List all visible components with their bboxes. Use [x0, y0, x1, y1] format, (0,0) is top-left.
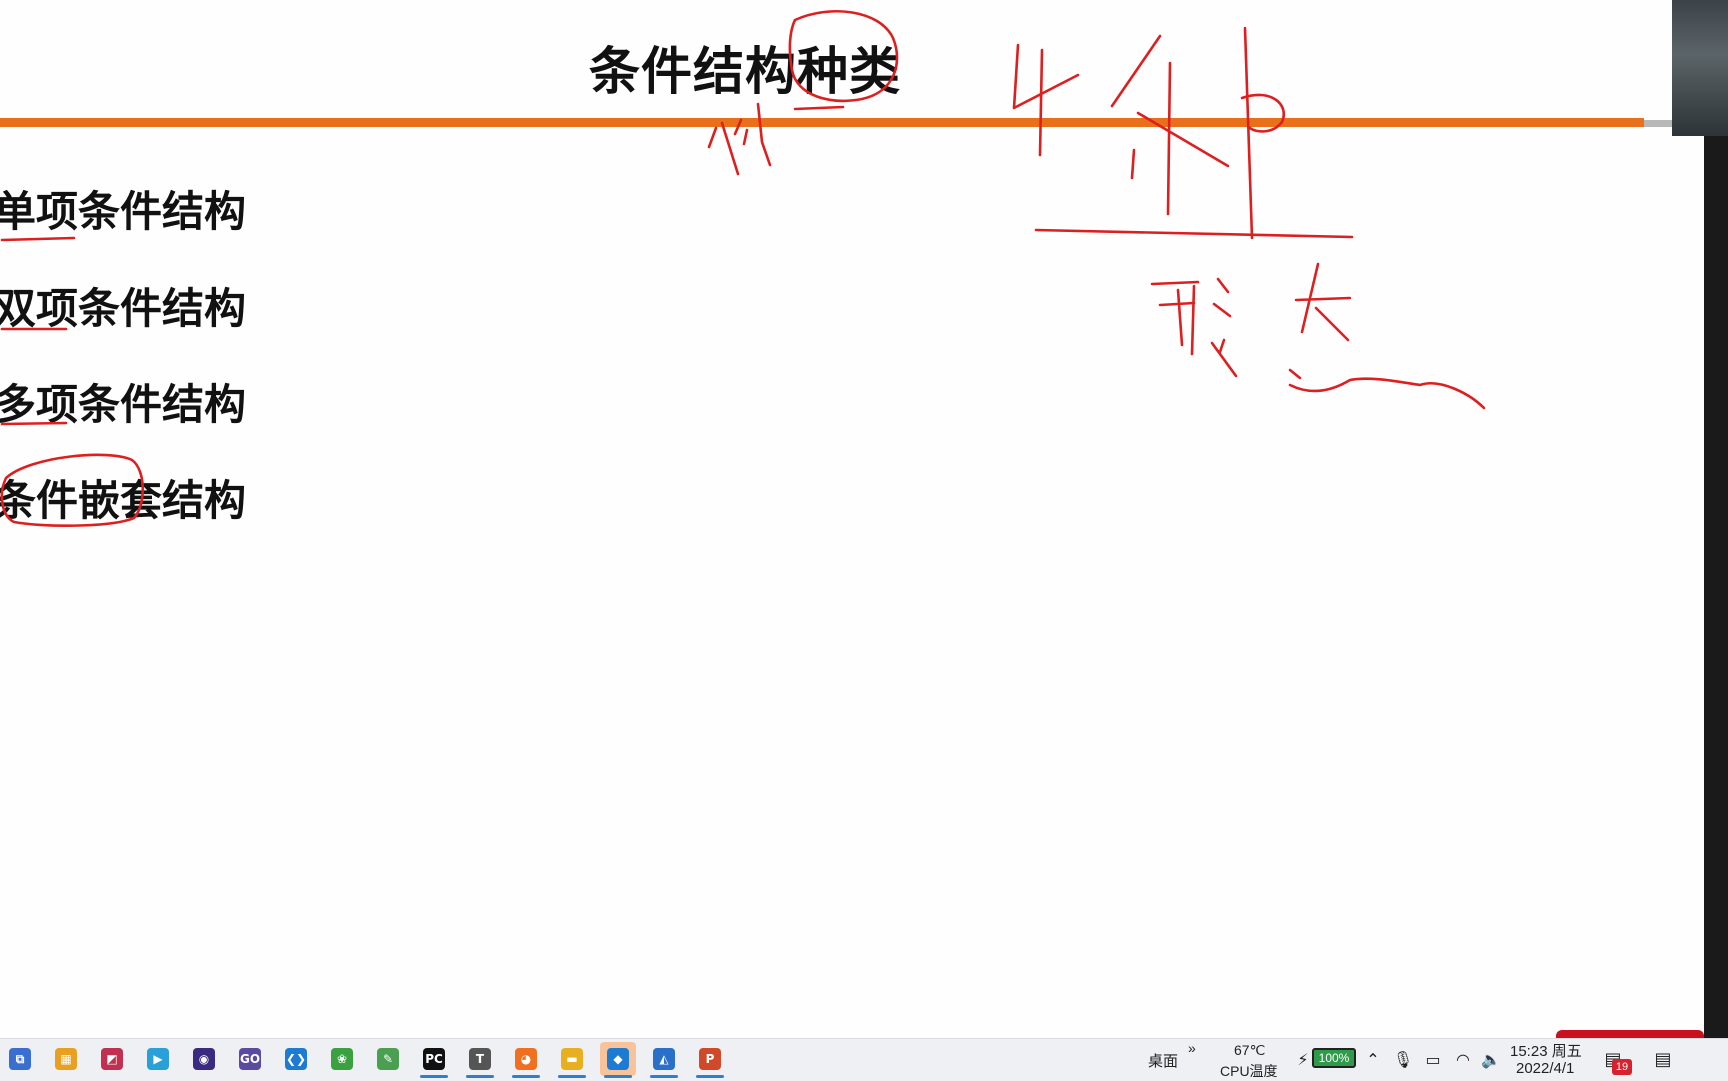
- app-1-glyph: ⧉: [9, 1048, 31, 1070]
- chevron-up-icon[interactable]: ⌃: [1362, 1048, 1384, 1070]
- power-plug-icon[interactable]: ⚡: [1292, 1048, 1314, 1070]
- app-5-glyph: ◉: [193, 1048, 215, 1070]
- app-3-glyph: ◩: [101, 1048, 123, 1070]
- vscode-glyph: ❮❯: [285, 1048, 307, 1070]
- bullet-multi-branch: 多项条件结构: [0, 380, 247, 429]
- typora-icon[interactable]: T: [462, 1042, 498, 1078]
- webcam-thumbnail: [1672, 0, 1728, 136]
- app-5-icon[interactable]: ◉: [186, 1042, 222, 1076]
- running-indicator: [420, 1075, 448, 1078]
- app-2-icon[interactable]: ▦: [48, 1042, 84, 1076]
- pycharm-icon[interactable]: PC: [416, 1042, 452, 1078]
- notification-count-badge: 19: [1612, 1059, 1632, 1075]
- bullet-single-branch: 单项条件结构: [0, 187, 247, 236]
- running-indicator: [696, 1075, 724, 1078]
- toolbar-overflow-icon[interactable]: »: [1188, 1040, 1196, 1056]
- file-explorer-glyph: ▬: [561, 1048, 583, 1070]
- ink-underline-long: [1034, 228, 1354, 239]
- bullet-two-branch: 双项条件结构: [0, 284, 247, 333]
- clock-time[interactable]: 15:23 周五: [1510, 1040, 1582, 1061]
- app-8-icon[interactable]: ❀: [324, 1042, 360, 1076]
- app-1-icon[interactable]: ⧉: [2, 1042, 38, 1076]
- desktop-toolbar-label[interactable]: 桌面: [1148, 1050, 1178, 1071]
- slide-canvas: 条件结构种类 单项条件结构 双项条件结构 多项条件结构 条件嵌套结构: [0, 0, 1704, 1038]
- cpu-temp-label: CPU温度: [1220, 1063, 1278, 1079]
- app-4-icon[interactable]: ▶: [140, 1042, 176, 1076]
- speaker-icon[interactable]: 🔈: [1480, 1048, 1502, 1070]
- app-14-glyph: ◆: [607, 1048, 629, 1070]
- app-6-glyph: GO: [239, 1048, 261, 1070]
- app-3-icon[interactable]: ◩: [94, 1042, 130, 1076]
- running-indicator: [512, 1075, 540, 1078]
- powerpoint-glyph: P: [699, 1048, 721, 1070]
- running-indicator: [466, 1075, 494, 1078]
- ink-scribble-a: [707, 102, 772, 176]
- app-4-glyph: ▶: [147, 1048, 169, 1070]
- pycharm-glyph: PC: [423, 1048, 445, 1070]
- wifi-icon[interactable]: ◠: [1452, 1048, 1474, 1070]
- handwritten-annotations: [0, 9, 1486, 527]
- ink-tai: [1288, 262, 1486, 410]
- app-9-glyph: ✎: [377, 1048, 399, 1070]
- typora-glyph: T: [469, 1048, 491, 1070]
- app-15-glyph: ◭: [653, 1048, 675, 1070]
- bullet-nested: 条件嵌套结构: [0, 476, 247, 525]
- app-2-glyph: ▦: [55, 1048, 77, 1070]
- vscode-icon[interactable]: ❮❯: [278, 1042, 314, 1076]
- app-12-glyph: ◕: [515, 1048, 537, 1070]
- app-9-icon[interactable]: ✎: [370, 1042, 406, 1076]
- app-8-glyph: ❀: [331, 1048, 353, 1070]
- app-6-icon[interactable]: GO: [232, 1042, 268, 1076]
- screen-edge-strip: [1704, 0, 1728, 1038]
- clock-date[interactable]: 2022/4/1: [1516, 1060, 1574, 1077]
- ink-title-stroke: [793, 105, 845, 111]
- running-indicator: [650, 1075, 678, 1078]
- battery-status-icon[interactable]: ▭: [1422, 1048, 1444, 1070]
- title-divider: [0, 118, 1644, 127]
- running-indicator: [558, 1075, 586, 1078]
- cpu-temp-value: 67℃: [1234, 1042, 1266, 1058]
- microphone-icon[interactable]: 🎙: [1392, 1048, 1414, 1070]
- ink-xing: [1150, 277, 1238, 378]
- battery-indicator[interactable]: 100%: [1312, 1048, 1356, 1068]
- action-center-icon[interactable]: ▤: [1652, 1048, 1674, 1070]
- app-12-icon[interactable]: ◕: [508, 1042, 544, 1078]
- file-explorer-icon[interactable]: ▬: [554, 1042, 590, 1078]
- running-indicator: [604, 1075, 632, 1078]
- app-14-icon[interactable]: ◆: [600, 1042, 636, 1078]
- slide-title: 条件结构种类: [588, 43, 901, 102]
- app-15-icon[interactable]: ◭: [646, 1042, 682, 1078]
- powerpoint-icon[interactable]: P: [692, 1042, 728, 1078]
